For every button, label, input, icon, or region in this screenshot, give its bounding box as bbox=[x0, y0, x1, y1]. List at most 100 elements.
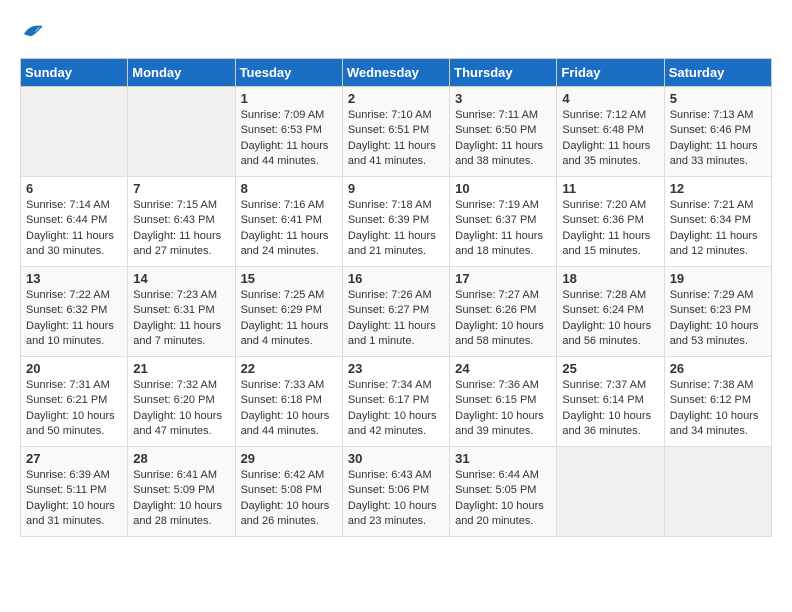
header bbox=[20, 20, 772, 48]
day-info: Sunrise: 7:22 AMSunset: 6:32 PMDaylight:… bbox=[26, 288, 122, 350]
day-info: Sunrise: 7:09 AMSunset: 6:53 PMDaylight:… bbox=[241, 108, 337, 170]
day-header: Friday bbox=[557, 59, 664, 87]
calendar-cell: 13 Sunrise: 7:22 AMSunset: 6:32 PMDayligh… bbox=[21, 267, 128, 357]
day-info: Sunrise: 7:16 AMSunset: 6:41 PMDaylight:… bbox=[241, 198, 337, 260]
day-info: Sunrise: 7:19 AMSunset: 6:37 PMDaylight:… bbox=[455, 198, 551, 260]
calendar-cell: 21 Sunrise: 7:32 AMSunset: 6:20 PMDayligh… bbox=[128, 357, 235, 447]
day-number: 26 bbox=[670, 361, 766, 376]
calendar-cell: 12Sunrise: 7:21 AMSunset: 6:34 PMDayligh… bbox=[664, 177, 771, 267]
calendar-cell: 22 Sunrise: 7:33 AMSunset: 6:18 PMDayligh… bbox=[235, 357, 342, 447]
day-info: Sunrise: 7:27 AMSunset: 6:26 PMDaylight:… bbox=[455, 288, 551, 350]
day-info: Sunrise: 7:26 AMSunset: 6:27 PMDaylight:… bbox=[348, 288, 444, 350]
day-info: Sunrise: 7:11 AMSunset: 6:50 PMDaylight:… bbox=[455, 108, 551, 170]
calendar-cell: 20Sunrise: 7:31 AMSunset: 6:21 PMDayligh… bbox=[21, 357, 128, 447]
day-number: 19 bbox=[670, 271, 766, 286]
calendar-cell: 17 Sunrise: 7:27 AMSunset: 6:26 PMDayligh… bbox=[450, 267, 557, 357]
day-number: 31 bbox=[455, 451, 551, 466]
calendar-week-row: 1 Sunrise: 7:09 AMSunset: 6:53 PMDaylight… bbox=[21, 87, 772, 177]
day-info: Sunrise: 6:44 AMSunset: 5:05 PMDaylight:… bbox=[455, 468, 551, 530]
calendar-cell: 8 Sunrise: 7:16 AMSunset: 6:41 PMDaylight… bbox=[235, 177, 342, 267]
day-info: Sunrise: 7:38 AMSunset: 6:12 PMDaylight:… bbox=[670, 378, 766, 440]
day-header: Sunday bbox=[21, 59, 128, 87]
day-header: Monday bbox=[128, 59, 235, 87]
day-number: 6 bbox=[26, 181, 122, 196]
day-number: 21 bbox=[133, 361, 229, 376]
day-info: Sunrise: 7:28 AMSunset: 6:24 PMDaylight:… bbox=[562, 288, 658, 350]
calendar-cell: 9 Sunrise: 7:18 AMSunset: 6:39 PMDaylight… bbox=[342, 177, 449, 267]
day-number: 17 bbox=[455, 271, 551, 286]
calendar-cell: 7 Sunrise: 7:15 AMSunset: 6:43 PMDaylight… bbox=[128, 177, 235, 267]
day-info: Sunrise: 7:14 AMSunset: 6:44 PMDaylight:… bbox=[26, 198, 122, 260]
calendar-cell bbox=[128, 87, 235, 177]
day-info: Sunrise: 6:41 AMSunset: 5:09 PMDaylight:… bbox=[133, 468, 229, 530]
day-number: 1 bbox=[241, 91, 337, 106]
day-number: 29 bbox=[241, 451, 337, 466]
day-number: 14 bbox=[133, 271, 229, 286]
day-number: 28 bbox=[133, 451, 229, 466]
day-number: 30 bbox=[348, 451, 444, 466]
day-number: 7 bbox=[133, 181, 229, 196]
day-number: 5 bbox=[670, 91, 766, 106]
calendar-cell: 25 Sunrise: 7:37 AMSunset: 6:14 PMDayligh… bbox=[557, 357, 664, 447]
day-info: Sunrise: 7:18 AMSunset: 6:39 PMDaylight:… bbox=[348, 198, 444, 260]
day-number: 10 bbox=[455, 181, 551, 196]
day-info: Sunrise: 7:15 AMSunset: 6:43 PMDaylight:… bbox=[133, 198, 229, 260]
day-info: Sunrise: 7:34 AMSunset: 6:17 PMDaylight:… bbox=[348, 378, 444, 440]
day-number: 3 bbox=[455, 91, 551, 106]
day-number: 18 bbox=[562, 271, 658, 286]
calendar-cell: 6 Sunrise: 7:14 AMSunset: 6:44 PMDaylight… bbox=[21, 177, 128, 267]
calendar-cell: 2 Sunrise: 7:10 AMSunset: 6:51 PMDaylight… bbox=[342, 87, 449, 177]
day-info: Sunrise: 7:13 AMSunset: 6:46 PMDaylight:… bbox=[670, 108, 766, 170]
day-number: 27 bbox=[26, 451, 122, 466]
logo bbox=[20, 20, 44, 48]
day-number: 24 bbox=[455, 361, 551, 376]
day-info: Sunrise: 6:42 AMSunset: 5:08 PMDaylight:… bbox=[241, 468, 337, 530]
calendar-cell: 23 Sunrise: 7:34 AMSunset: 6:17 PMDayligh… bbox=[342, 357, 449, 447]
logo-bird-icon bbox=[22, 20, 44, 48]
day-number: 23 bbox=[348, 361, 444, 376]
calendar-cell: 16 Sunrise: 7:26 AMSunset: 6:27 PMDayligh… bbox=[342, 267, 449, 357]
calendar-cell: 19 Sunrise: 7:29 AMSunset: 6:23 PMDayligh… bbox=[664, 267, 771, 357]
calendar-cell: 26 Sunrise: 7:38 AMSunset: 6:12 PMDayligh… bbox=[664, 357, 771, 447]
day-header: Wednesday bbox=[342, 59, 449, 87]
header-row: SundayMondayTuesdayWednesdayThursdayFrid… bbox=[21, 59, 772, 87]
day-info: Sunrise: 7:36 AMSunset: 6:15 PMDaylight:… bbox=[455, 378, 551, 440]
day-number: 2 bbox=[348, 91, 444, 106]
day-number: 15 bbox=[241, 271, 337, 286]
calendar-cell: 27 Sunrise: 6:39 AMSunset: 5:11 PMDayligh… bbox=[21, 447, 128, 537]
day-number: 22 bbox=[241, 361, 337, 376]
calendar-cell: 11Sunrise: 7:20 AMSunset: 6:36 PMDayligh… bbox=[557, 177, 664, 267]
day-number: 8 bbox=[241, 181, 337, 196]
day-header: Saturday bbox=[664, 59, 771, 87]
calendar-cell bbox=[21, 87, 128, 177]
day-info: Sunrise: 7:23 AMSunset: 6:31 PMDaylight:… bbox=[133, 288, 229, 350]
day-info: Sunrise: 6:43 AMSunset: 5:06 PMDaylight:… bbox=[348, 468, 444, 530]
day-header: Tuesday bbox=[235, 59, 342, 87]
calendar-week-row: 27 Sunrise: 6:39 AMSunset: 5:11 PMDayligh… bbox=[21, 447, 772, 537]
day-number: 4 bbox=[562, 91, 658, 106]
day-info: Sunrise: 6:39 AMSunset: 5:11 PMDaylight:… bbox=[26, 468, 122, 530]
day-info: Sunrise: 7:29 AMSunset: 6:23 PMDaylight:… bbox=[670, 288, 766, 350]
day-number: 13 bbox=[26, 271, 122, 286]
day-info: Sunrise: 7:32 AMSunset: 6:20 PMDaylight:… bbox=[133, 378, 229, 440]
day-number: 9 bbox=[348, 181, 444, 196]
day-info: Sunrise: 7:37 AMSunset: 6:14 PMDaylight:… bbox=[562, 378, 658, 440]
calendar-week-row: 20Sunrise: 7:31 AMSunset: 6:21 PMDayligh… bbox=[21, 357, 772, 447]
day-number: 20 bbox=[26, 361, 122, 376]
day-number: 16 bbox=[348, 271, 444, 286]
calendar-cell: 1 Sunrise: 7:09 AMSunset: 6:53 PMDaylight… bbox=[235, 87, 342, 177]
day-info: Sunrise: 7:33 AMSunset: 6:18 PMDaylight:… bbox=[241, 378, 337, 440]
calendar-cell: 31 Sunrise: 6:44 AMSunset: 5:05 PMDayligh… bbox=[450, 447, 557, 537]
day-header: Thursday bbox=[450, 59, 557, 87]
day-number: 11 bbox=[562, 181, 658, 196]
calendar-week-row: 6 Sunrise: 7:14 AMSunset: 6:44 PMDaylight… bbox=[21, 177, 772, 267]
calendar-cell: 28 Sunrise: 6:41 AMSunset: 5:09 PMDayligh… bbox=[128, 447, 235, 537]
calendar-table: SundayMondayTuesdayWednesdayThursdayFrid… bbox=[20, 58, 772, 537]
calendar-cell: 14 Sunrise: 7:23 AMSunset: 6:31 PMDayligh… bbox=[128, 267, 235, 357]
day-number: 25 bbox=[562, 361, 658, 376]
day-info: Sunrise: 7:12 AMSunset: 6:48 PMDaylight:… bbox=[562, 108, 658, 170]
calendar-cell: 18 Sunrise: 7:28 AMSunset: 6:24 PMDayligh… bbox=[557, 267, 664, 357]
calendar-cell: 3 Sunrise: 7:11 AMSunset: 6:50 PMDaylight… bbox=[450, 87, 557, 177]
day-info: Sunrise: 7:10 AMSunset: 6:51 PMDaylight:… bbox=[348, 108, 444, 170]
calendar-cell: 10 Sunrise: 7:19 AMSunset: 6:37 PMDayligh… bbox=[450, 177, 557, 267]
